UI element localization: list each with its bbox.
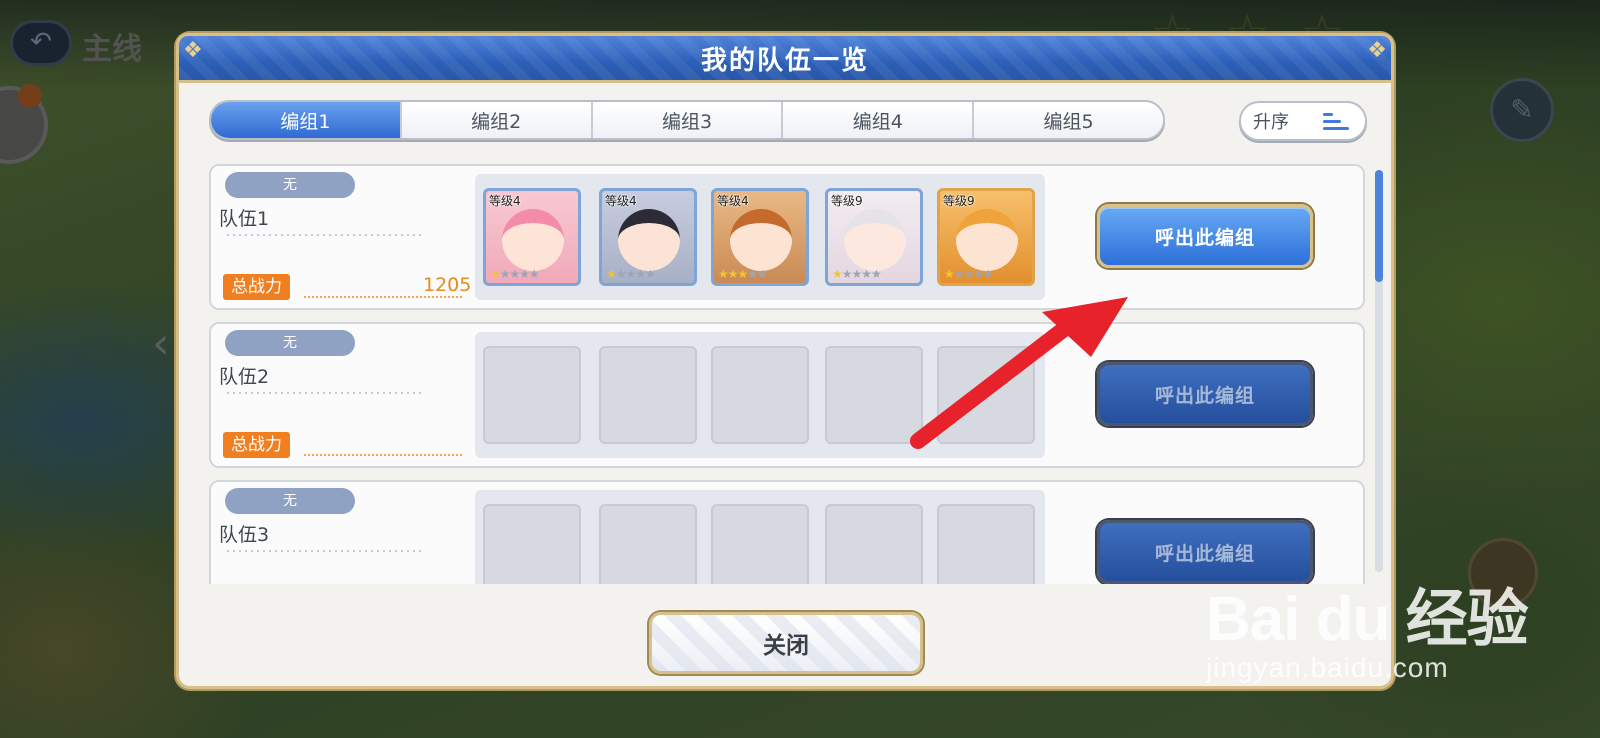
power-value: 1205	[423, 274, 472, 296]
team-card: 无 队伍1 总战力 1205 等级4 ★★★★★ 等级4 ★★★★★ 等级4 ★…	[209, 164, 1365, 310]
member-slots	[475, 490, 1045, 584]
ornament-icon: ❖	[183, 38, 203, 63]
watermark-logo: Bai du 经验	[1206, 585, 1529, 654]
empty-slot[interactable]	[937, 504, 1035, 584]
power-label: 总战力	[223, 432, 290, 458]
character-portrait-white[interactable]: 等级9 ★★★★★	[825, 188, 923, 286]
level-label: 等级9	[831, 194, 863, 208]
empty-slot[interactable]	[937, 346, 1035, 444]
team-name: 队伍1	[219, 208, 270, 230]
tab-formation-4[interactable]: 编组4	[783, 102, 975, 138]
empty-slot[interactable]	[483, 504, 581, 584]
sort-label: 升序	[1253, 112, 1289, 133]
tab-formation-5[interactable]: 编组5	[974, 102, 1163, 138]
modal-header: ❖ 我的队伍一览 ❖	[176, 33, 1394, 83]
scrollbar-thumb[interactable]	[1375, 170, 1383, 282]
member-slots	[475, 332, 1045, 458]
character-face	[618, 209, 680, 271]
sort-button[interactable]: 升序	[1239, 101, 1367, 141]
tab-formation-3[interactable]: 编组3	[592, 102, 784, 138]
sort-icon	[1323, 113, 1349, 131]
team-list: 无 队伍1 总战力 1205 等级4 ★★★★★ 等级4 ★★★★★ 等级4 ★…	[209, 164, 1385, 584]
call-formation-button[interactable]: 呼出此编组	[1097, 362, 1313, 426]
empty-slot[interactable]	[711, 346, 809, 444]
team-card: 无 队伍3 呼出此编组	[209, 480, 1365, 584]
level-label: 等级4	[717, 194, 749, 208]
divider	[303, 454, 463, 456]
level-label: 等级9	[943, 194, 975, 208]
character-portrait-pink[interactable]: 等级4 ★★★★★	[483, 188, 581, 286]
tab-formation-1[interactable]: 编组1	[211, 102, 402, 138]
modal-title: 我的队伍一览	[700, 45, 869, 76]
empty-slot[interactable]	[599, 346, 697, 444]
character-portrait-orange[interactable]: 等级4 ★★★★★	[711, 188, 809, 286]
formation-tabs: 编组1 编组2 编组3 编组4 编组5	[209, 100, 1165, 140]
star-rating-icon: ★★★★★	[606, 267, 656, 281]
power-label: 总战力	[223, 274, 290, 300]
divider	[225, 234, 421, 236]
divider	[225, 550, 421, 552]
empty-slot[interactable]	[599, 504, 697, 584]
character-face	[844, 209, 906, 271]
divider	[303, 296, 463, 298]
divider	[225, 392, 421, 394]
team-card: 无 队伍2 总战力 呼出此编组	[209, 322, 1365, 468]
team-name: 队伍3	[219, 524, 270, 546]
close-button[interactable]: 关闭	[649, 612, 923, 674]
character-portrait-black[interactable]: 等级4 ★★★★★	[599, 188, 697, 286]
star-rating-icon: ★★★★★	[832, 267, 882, 281]
watermark: Bai du 经验 jingyan.baidu.com	[1206, 568, 1529, 684]
call-formation-button[interactable]: 呼出此编组	[1097, 204, 1313, 268]
star-rating-icon: ★★★★★	[718, 267, 768, 281]
character-face	[730, 209, 792, 271]
character-face	[956, 209, 1018, 271]
status-badge: 无	[225, 172, 355, 198]
ornament-icon: ❖	[1367, 38, 1387, 63]
level-label: 等级4	[605, 194, 637, 208]
level-label: 等级4	[489, 194, 521, 208]
character-portrait-blonde[interactable]: 等级9 ★★★★★	[937, 188, 1035, 286]
member-slots: 等级4 ★★★★★ 等级4 ★★★★★ 等级4 ★★★★★ 等级9 ★★★★★	[475, 174, 1045, 300]
character-face	[502, 209, 564, 271]
status-badge: 无	[225, 330, 355, 356]
empty-slot[interactable]	[825, 346, 923, 444]
empty-slot[interactable]	[483, 346, 581, 444]
star-rating-icon: ★★★★★	[944, 267, 994, 281]
star-rating-icon: ★★★★★	[490, 267, 540, 281]
empty-slot[interactable]	[711, 504, 809, 584]
tab-formation-2[interactable]: 编组2	[401, 102, 593, 138]
team-name: 队伍2	[219, 366, 270, 388]
scrollbar[interactable]	[1375, 170, 1383, 572]
empty-slot[interactable]	[825, 504, 923, 584]
status-badge: 无	[225, 488, 355, 514]
